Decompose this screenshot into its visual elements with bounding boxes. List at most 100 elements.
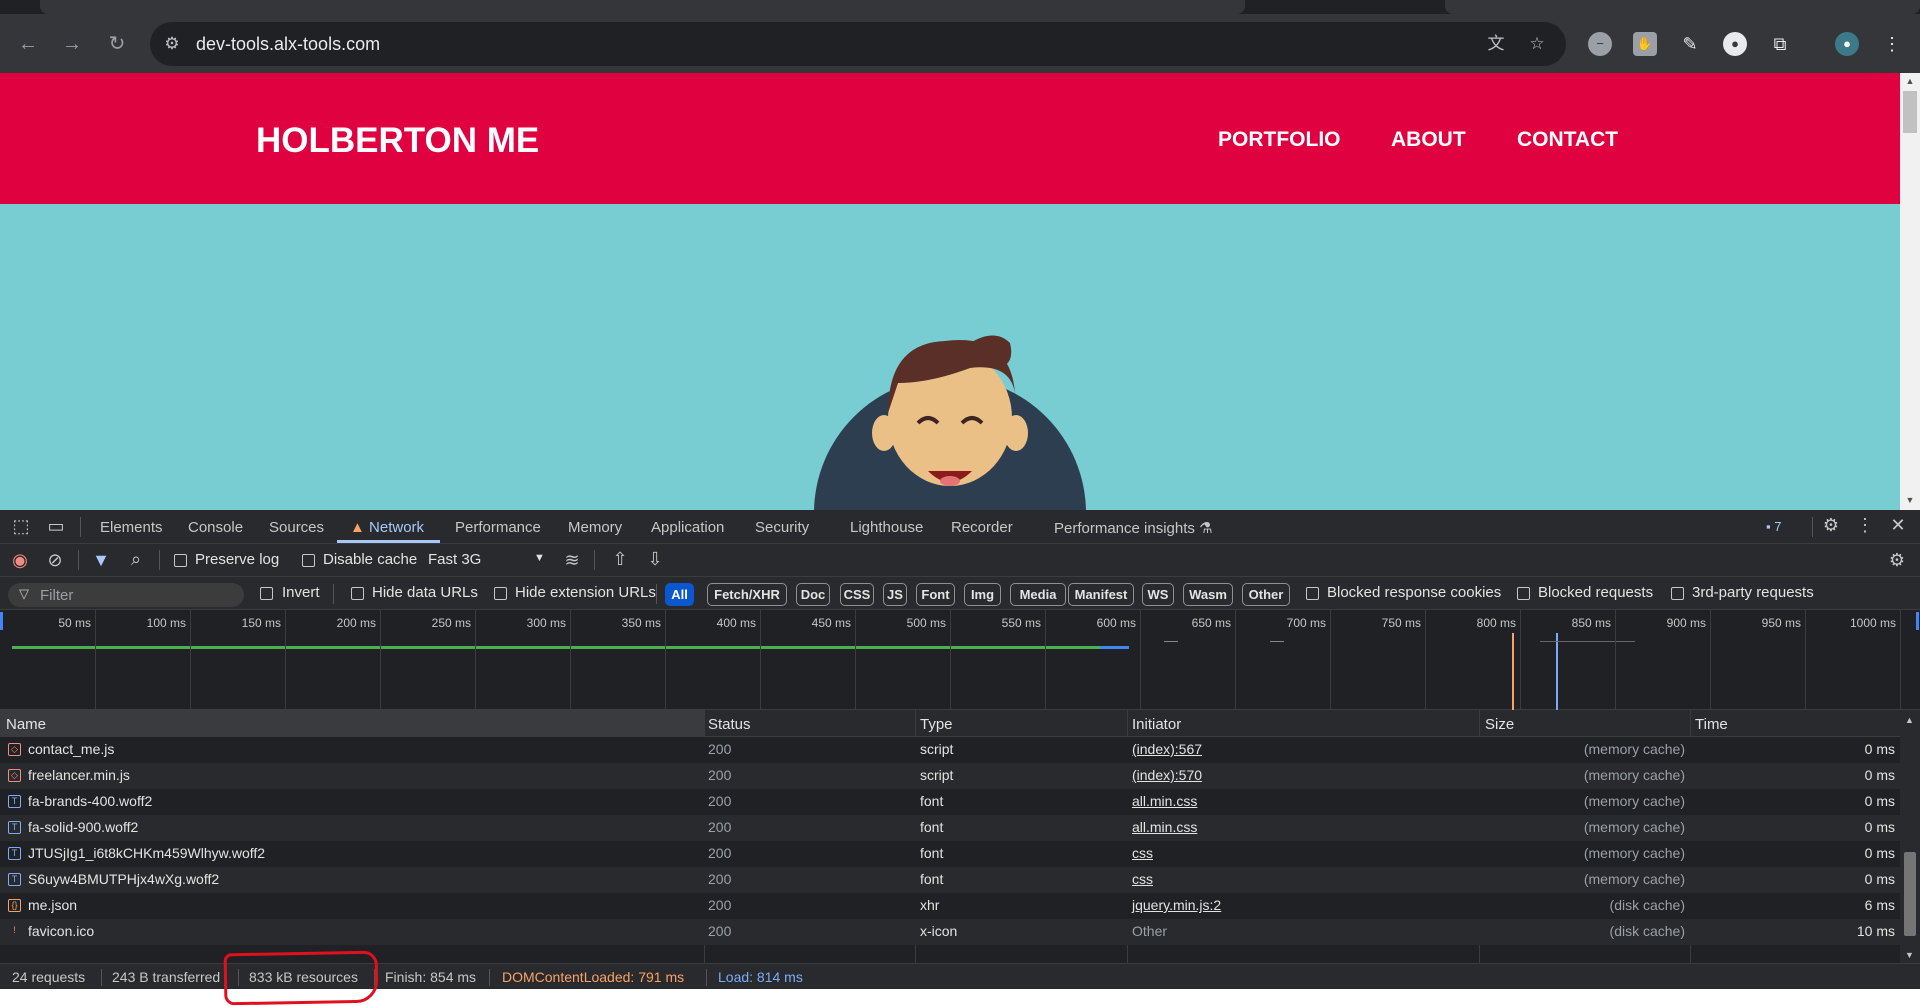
col-initiator[interactable]: Initiator: [1132, 716, 1181, 733]
filter-type-all[interactable]: All: [665, 583, 694, 606]
filter-type-js[interactable]: JS: [883, 583, 907, 606]
settings-gear-icon[interactable]: ⚙: [1818, 515, 1844, 536]
table-row[interactable]: {} me.json 200 xhr jquery.min.js:2 (disk cach…: [0, 893, 1900, 919]
filter-type-img[interactable]: Img: [964, 583, 1001, 606]
table-row[interactable]: Tfa-solid-900.woff2 200 font all.min.css (me…: [0, 815, 1900, 841]
network-settings-icon[interactable]: ⚙: [1884, 550, 1910, 571]
timeline-handle-right[interactable]: [1916, 612, 1919, 630]
filter-type-ws[interactable]: WS: [1142, 583, 1174, 606]
dropdown-arrow-icon[interactable]: ▼: [534, 552, 545, 564]
hide-data-urls-checkbox[interactable]: [351, 587, 364, 600]
table-row[interactable]: ! favicon.ico 200 x-icon Other (disk cache) 10…: [0, 919, 1900, 945]
initiator-link[interactable]: (index):570: [1132, 767, 1202, 783]
filter-type-other[interactable]: Other: [1242, 583, 1290, 606]
disable-cache-checkbox[interactable]: [302, 554, 315, 567]
page-scroll-thumb[interactable]: [1903, 91, 1917, 133]
browser-tab[interactable]: [1445, 0, 1920, 14]
tab-elements[interactable]: Elements: [100, 519, 163, 536]
preserve-log-checkbox[interactable]: [174, 554, 187, 567]
extension-icon[interactable]: −: [1588, 32, 1612, 56]
forward-arrow-icon[interactable]: →: [56, 28, 88, 60]
export-har-icon[interactable]: ⇩: [642, 549, 668, 570]
inspect-element-icon[interactable]: ⬚: [8, 516, 34, 537]
filter-funnel-icon[interactable]: ▼: [88, 550, 114, 571]
col-time[interactable]: Time: [1695, 716, 1728, 733]
network-conditions-icon[interactable]: ≋: [559, 550, 585, 571]
table-row[interactable]: ◇ freelancer.min.js 200 script (index):570 (m…: [0, 763, 1900, 789]
tab-network[interactable]: ▲ Network: [350, 519, 424, 536]
more-options-icon[interactable]: ⋮: [1852, 515, 1878, 536]
record-stop-icon[interactable]: ◉: [7, 550, 33, 571]
import-har-icon[interactable]: ⇧: [607, 549, 633, 570]
search-icon[interactable]: ⌕: [123, 549, 149, 570]
nav-contact[interactable]: CONTACT: [1517, 128, 1618, 152]
browser-menu-icon[interactable]: ⋮: [1880, 32, 1904, 56]
translate-icon[interactable]: 文: [1484, 32, 1508, 56]
table-row[interactable]: Tfa-brands-400.woff2 200 font all.min.css (m…: [0, 789, 1900, 815]
initiator-link[interactable]: all.min.css: [1132, 793, 1197, 809]
scroll-down-icon[interactable]: ▼: [1905, 950, 1914, 960]
reload-icon[interactable]: ↻: [101, 28, 133, 60]
extension-icon[interactable]: ✋: [1633, 32, 1657, 56]
blocked-requests-checkbox[interactable]: [1517, 587, 1530, 600]
network-timeline-overview[interactable]: 50 ms 100 ms 150 ms 200 ms 250 ms 300 ms 350 m…: [0, 610, 1920, 710]
tab-lighthouse[interactable]: Lighthouse: [850, 519, 923, 536]
table-row[interactable]: T JTUSjIg1_i6t8kCHKm459Wlhyw.woff2 200 font…: [0, 841, 1900, 867]
col-status[interactable]: Status: [708, 716, 751, 733]
close-devtools-icon[interactable]: ✕: [1885, 515, 1911, 536]
clear-icon[interactable]: ⊘: [42, 550, 68, 571]
url-text[interactable]: dev-tools.alx-tools.com: [196, 34, 380, 55]
tab-performance-insights[interactable]: Performance insights ⚗: [1054, 519, 1213, 537]
initiator-link[interactable]: css: [1132, 845, 1153, 861]
filter-type-manifest[interactable]: Manifest: [1068, 583, 1134, 606]
filter-type-doc[interactable]: Doc: [796, 583, 830, 606]
device-toolbar-icon[interactable]: ▭: [43, 516, 69, 537]
extension-icon[interactable]: ●: [1723, 32, 1747, 56]
puzzle-extensions-icon[interactable]: ⧉: [1768, 32, 1792, 56]
table-row[interactable]: T S6uyw4BMUTPHjx4wXg.woff2 200 font css (memo…: [0, 867, 1900, 893]
initiator-link[interactable]: css: [1132, 871, 1153, 887]
avatar[interactable]: ●: [1835, 32, 1859, 56]
scroll-up-icon[interactable]: ▲: [1905, 715, 1914, 725]
eyedropper-icon[interactable]: ✎: [1678, 32, 1702, 56]
address-bar[interactable]: ⚙ dev-tools.alx-tools.com 文 ☆: [150, 22, 1566, 66]
table-scrollbar[interactable]: ▲ ▼: [1900, 710, 1920, 963]
site-info-icon[interactable]: ⚙: [160, 32, 184, 56]
timeline-handle-left[interactable]: [0, 612, 3, 630]
invert-checkbox[interactable]: [260, 587, 273, 600]
scroll-up-icon[interactable]: ▲: [1900, 76, 1920, 86]
tab-console[interactable]: Console: [188, 519, 243, 536]
initiator-link[interactable]: (index):567: [1132, 741, 1202, 757]
blocked-response-cookies-checkbox[interactable]: [1306, 587, 1319, 600]
initiator-link[interactable]: jquery.min.js:2: [1132, 897, 1221, 913]
throttling-select[interactable]: Fast 3G: [428, 551, 481, 568]
filter-type-fetch-xhr[interactable]: Fetch/XHR: [707, 583, 787, 606]
back-arrow-icon[interactable]: ←: [12, 28, 44, 60]
col-name[interactable]: Name: [6, 716, 46, 733]
table-row[interactable]: ◇ contact_me.js 200 script (index):567 (memor…: [0, 737, 1900, 763]
tab-application[interactable]: Application: [651, 519, 724, 536]
nav-about[interactable]: ABOUT: [1391, 128, 1466, 152]
hide-extension-urls-checkbox[interactable]: [494, 587, 507, 600]
filter-type-media[interactable]: Media: [1010, 583, 1066, 606]
third-party-requests-checkbox[interactable]: [1671, 587, 1684, 600]
tab-security[interactable]: Security: [755, 519, 809, 536]
scroll-down-icon[interactable]: ▼: [1900, 495, 1920, 505]
col-type[interactable]: Type: [920, 716, 953, 733]
filter-type-font[interactable]: Font: [916, 583, 955, 606]
initiator-link[interactable]: all.min.css: [1132, 819, 1197, 835]
tab-memory[interactable]: Memory: [568, 519, 622, 536]
table-scroll-thumb[interactable]: [1904, 852, 1916, 936]
page-scrollbar[interactable]: ▲ ▼: [1900, 73, 1920, 510]
tab-sources[interactable]: Sources: [269, 519, 324, 536]
site-brand[interactable]: HOLBERTON ME: [256, 121, 539, 161]
col-size[interactable]: Size: [1485, 716, 1514, 733]
issues-badge[interactable]: ▪ 7: [1766, 519, 1781, 534]
filter-type-wasm[interactable]: Wasm: [1183, 583, 1233, 606]
filter-type-css[interactable]: CSS: [840, 583, 874, 606]
nav-portfolio[interactable]: PORTFOLIO: [1218, 128, 1341, 152]
browser-tab[interactable]: [40, 0, 1245, 14]
bookmark-star-icon[interactable]: ☆: [1525, 32, 1549, 56]
tab-performance[interactable]: Performance: [455, 519, 541, 536]
tab-recorder[interactable]: Recorder: [951, 519, 1013, 536]
